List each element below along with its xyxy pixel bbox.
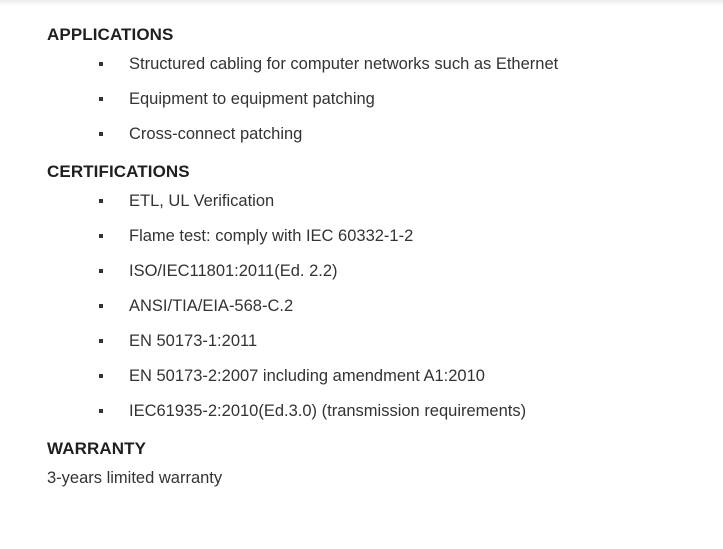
list-item-text: ETL, UL Verification [129,192,275,210]
certifications-heading: CERTIFICATIONS [47,162,190,181]
applications-section: APPLICATIONS Structured cabling for comp… [47,24,707,159]
list-item-text: Flame test: comply with IEC 60332-1-2 [129,227,414,245]
warranty-section: WARRANTY 3-years limited warranty [47,438,707,488]
list-item-text: EN 50173-1:2011 [129,332,258,350]
list-item-text: ANSI/TIA/EIA-568-C.2 [129,297,294,315]
list-item: ANSI/TIA/EIA-568-C.2 [47,296,707,331]
warranty-text: 3-years limited warranty [47,469,223,487]
list-item: Equipment to equipment patching [47,89,707,124]
list-item-text: Structured cabling for computer networks… [129,55,559,73]
list-item-text: IEC61935-2:2010(Ed.3.0) (transmission re… [129,402,527,420]
list-item-text: ISO/IEC11801:2011(Ed. 2.2) [129,262,338,280]
bullet-icon [99,304,103,308]
bullet-icon [99,62,103,66]
bullet-icon [99,97,103,101]
list-item-text: Equipment to equipment patching [129,90,375,108]
list-item: IEC61935-2:2010(Ed.3.0) (transmission re… [47,401,707,436]
certifications-list: ETL, UL Verification Flame test: comply … [47,191,707,436]
list-item-text: EN 50173-2:2007 including amendment A1:2… [129,367,485,385]
bullet-icon [99,269,103,273]
bullet-icon [99,374,103,378]
list-item: ETL, UL Verification [47,191,707,226]
list-item: Structured cabling for computer networks… [47,54,707,89]
product-spec-content: APPLICATIONS Structured cabling for comp… [47,24,707,488]
bullet-icon [99,234,103,238]
bullet-icon [99,199,103,203]
list-item: EN 50173-1:2011 [47,331,707,366]
list-item: ISO/IEC11801:2011(Ed. 2.2) [47,261,707,296]
bullet-icon [99,132,103,136]
list-item: EN 50173-2:2007 including amendment A1:2… [47,366,707,401]
applications-list: Structured cabling for computer networks… [47,54,707,159]
top-edge-shadow [0,0,723,6]
warranty-heading: WARRANTY [47,439,147,458]
bullet-icon [99,409,103,413]
list-item-text: Cross-connect patching [129,125,303,143]
list-item: Cross-connect patching [47,124,707,159]
applications-heading: APPLICATIONS [47,25,174,44]
bullet-icon [99,339,103,343]
certifications-section: CERTIFICATIONS ETL, UL Verification Flam… [47,161,707,436]
list-item: Flame test: comply with IEC 60332-1-2 [47,226,707,261]
